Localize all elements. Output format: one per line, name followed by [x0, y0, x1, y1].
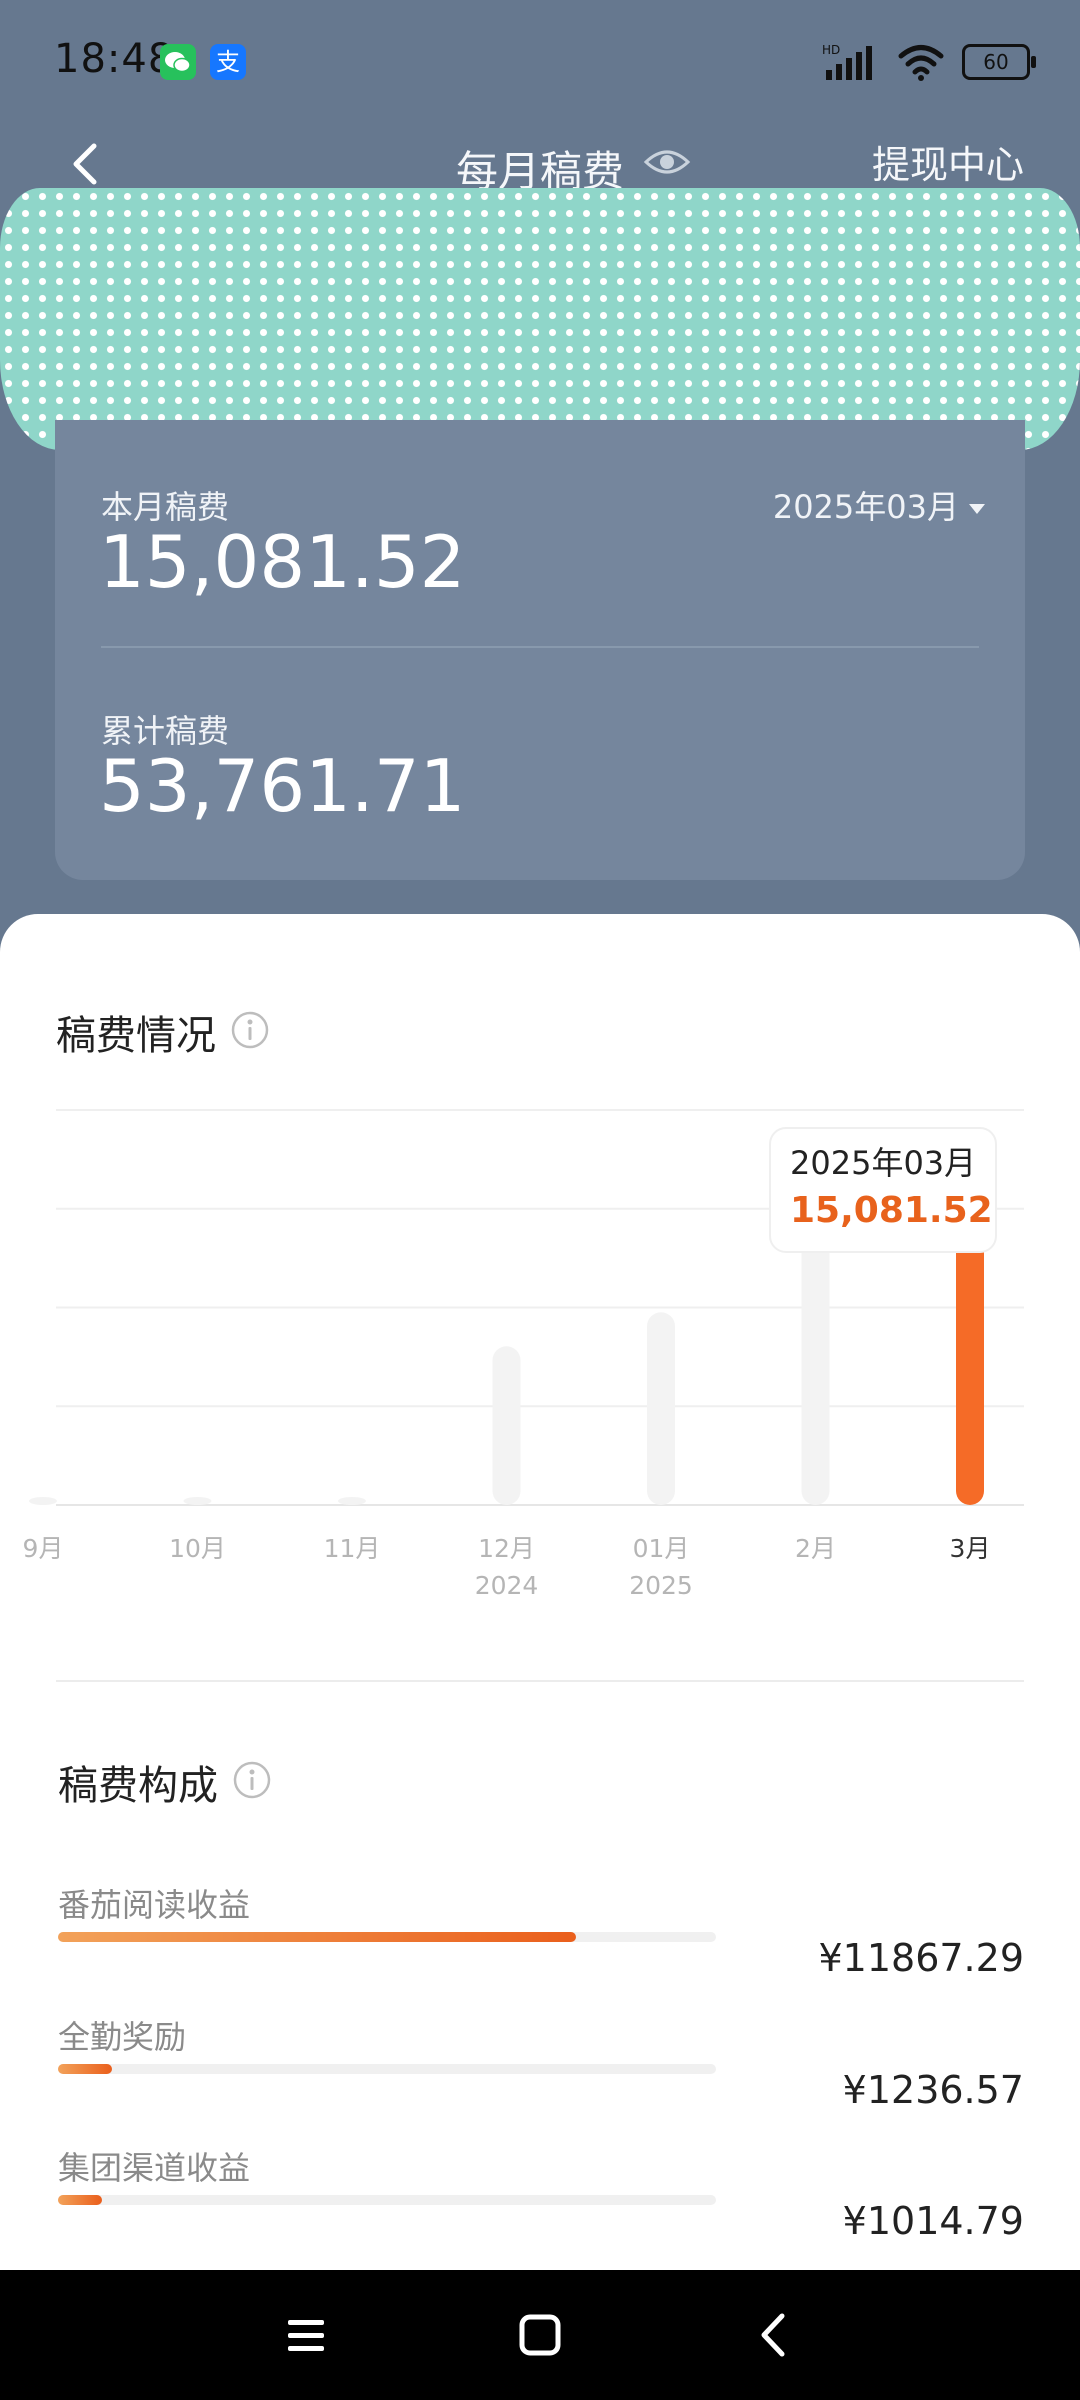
wechat-icon	[160, 44, 196, 80]
menu-button[interactable]	[270, 2300, 340, 2370]
tooltip-value: 15,081.52	[790, 1190, 993, 1231]
total-earnings-value: 53,761.71	[99, 744, 466, 828]
chevron-left-icon	[761, 2313, 785, 2357]
info-icon[interactable]	[232, 1760, 272, 1800]
battery-icon: 60	[962, 44, 1036, 80]
signal-icon: HD	[822, 43, 872, 80]
composition-amount: ¥1236.57	[842, 2068, 1024, 2112]
redacted-area	[0, 188, 1080, 450]
tooltip-date: 2025年03月	[790, 1144, 976, 1182]
wifi-icon	[898, 45, 944, 81]
summary-card: 本月稿费 15,081.52 2025年03月 累计稿费 53,761.71	[55, 420, 1025, 880]
chart-bar-selected[interactable]	[956, 1220, 984, 1505]
chart-bar[interactable]	[29, 1497, 57, 1505]
svg-text:HD: HD	[822, 43, 840, 57]
home-square-icon	[519, 2314, 561, 2356]
caret-down-icon	[969, 504, 985, 514]
chart-bar[interactable]	[647, 1312, 675, 1505]
divider	[56, 1680, 1024, 1682]
month-selector-label: 2025年03月	[772, 488, 959, 526]
x-tick-sublabel: 2024	[475, 1571, 539, 1600]
composition-item: 全勤奖励 ¥1236.57	[0, 2012, 1080, 2132]
composition-item: 集团渠道收益 ¥1014.79	[0, 2143, 1080, 2263]
x-tick-label: 11月	[324, 1534, 381, 1563]
month-earnings-value: 15,081.52	[99, 520, 466, 604]
divider	[101, 646, 979, 648]
x-tick-label: 9月	[23, 1534, 64, 1563]
progress-track	[58, 2195, 716, 2205]
info-icon[interactable]	[230, 1010, 270, 1050]
month-selector[interactable]: 2025年03月	[773, 482, 985, 528]
composition-label: 番茄阅读收益	[58, 1886, 251, 1924]
composition-amount: ¥11867.29	[818, 1936, 1025, 1980]
progress-fill	[58, 2195, 103, 2205]
x-tick-label: 3月	[950, 1534, 991, 1563]
composition-item: 番茄阅读收益 ¥11867.29	[0, 1880, 1080, 2000]
progress-track	[58, 1932, 716, 1942]
progress-fill	[58, 2064, 112, 2074]
alipay-icon: 支	[210, 44, 246, 80]
withdraw-center-link[interactable]: 提现中心	[872, 134, 1024, 189]
x-tick-sublabel: 2025	[629, 1571, 693, 1600]
chart-bar[interactable]	[492, 1346, 521, 1505]
chart-x-axis: 9月 10月 11月 12月 2024 01月 2025 2月 3月	[23, 1534, 991, 1600]
chart-bar[interactable]	[183, 1497, 212, 1505]
earnings-section-title: 稿费情况	[56, 1013, 216, 1059]
x-tick-label: 01月	[633, 1534, 690, 1563]
eye-icon[interactable]	[642, 140, 692, 184]
composition-amount: ¥1014.79	[842, 2199, 1024, 2243]
system-back-button[interactable]	[740, 2300, 810, 2370]
progress-fill	[58, 1932, 576, 1942]
x-tick-label: 2月	[795, 1534, 836, 1563]
home-button[interactable]	[505, 2300, 575, 2370]
menu-icon	[288, 2320, 324, 2351]
system-nav-bar	[0, 2270, 1080, 2400]
chart-bar[interactable]	[338, 1497, 366, 1505]
composition-label: 集团渠道收益	[58, 2149, 251, 2187]
composition-section-title: 稿费构成	[58, 1763, 218, 1809]
progress-track	[58, 2064, 716, 2074]
status-indicators: HD 60	[822, 42, 1036, 82]
chart-tooltip: 2025年03月 15,081.52	[769, 1127, 997, 1253]
composition-label: 全勤奖励	[58, 2018, 187, 2056]
status-time: 18:48	[54, 36, 175, 82]
x-tick-label: 12月	[478, 1534, 535, 1563]
x-tick-label: 10月	[169, 1534, 226, 1563]
status-bar: 18:48 支 HD 60	[0, 0, 1080, 120]
earnings-chart[interactable]: 9月 10月 11月 12月 2024 01月 2025 2月 3月 2025年03月 15,0…	[0, 1090, 1080, 1610]
